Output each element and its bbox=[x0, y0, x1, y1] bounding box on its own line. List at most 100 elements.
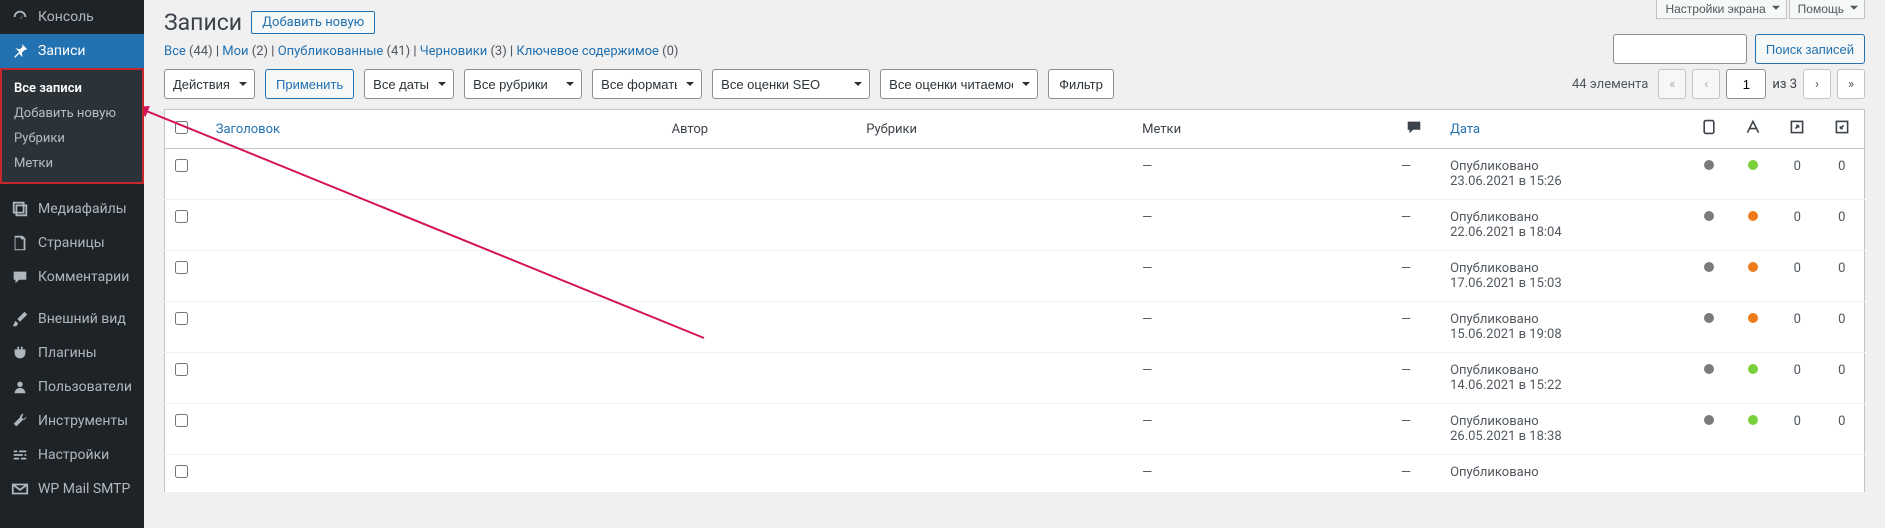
row-checkbox[interactable] bbox=[175, 465, 188, 478]
filter-drafts[interactable]: Черновики bbox=[420, 44, 487, 59]
menu-wp-mail-smtp[interactable]: WP Mail SMTP bbox=[0, 472, 144, 506]
col-title[interactable]: Заголовок bbox=[206, 110, 662, 149]
category-filter-select[interactable]: Все рубрики bbox=[464, 69, 582, 99]
filter-all[interactable]: Все bbox=[164, 44, 186, 59]
table-row: — — Опубликовано26.05.2021 в 18:38 0 0 bbox=[165, 404, 1865, 455]
row-checkbox[interactable] bbox=[175, 261, 188, 274]
row-links-in: 0 bbox=[1819, 149, 1864, 200]
row-links-out bbox=[1775, 455, 1819, 493]
row-links-in: 0 bbox=[1819, 251, 1864, 302]
col-links-in bbox=[1819, 110, 1864, 149]
row-title[interactable] bbox=[206, 353, 662, 404]
brush-icon bbox=[10, 309, 30, 329]
main-content: Настройки экрана Помощь Записи Добавить … bbox=[144, 0, 1885, 493]
format-filter-select[interactable]: Все форматы bbox=[592, 69, 702, 99]
row-comments: — bbox=[1391, 404, 1440, 455]
bulk-action-select[interactable]: Действия bbox=[164, 69, 255, 99]
submenu-categories[interactable]: Рубрики bbox=[2, 126, 142, 151]
first-page-button[interactable]: « bbox=[1658, 69, 1686, 99]
filter-key[interactable]: Ключевое содержимое bbox=[516, 44, 659, 59]
current-page-input[interactable] bbox=[1726, 69, 1766, 99]
row-comments: — bbox=[1391, 251, 1440, 302]
row-title[interactable] bbox=[206, 404, 662, 455]
table-row: — — Опубликовано22.06.2021 в 18:04 0 0 bbox=[165, 200, 1865, 251]
row-seo-dot bbox=[1686, 455, 1730, 493]
menu-users[interactable]: Пользователи bbox=[0, 370, 144, 404]
comment-icon bbox=[10, 267, 30, 287]
row-tags: — bbox=[1132, 302, 1391, 353]
row-categories bbox=[856, 404, 1132, 455]
filter-all-count: (44) bbox=[189, 44, 213, 59]
next-page-button[interactable]: › bbox=[1803, 69, 1831, 99]
col-tags: Метки bbox=[1132, 110, 1391, 149]
row-readability-dot bbox=[1731, 200, 1775, 251]
seo-filter-select[interactable]: Все оценки SEO bbox=[712, 69, 870, 99]
menu-dashboard[interactable]: Консоль bbox=[0, 0, 144, 34]
row-title[interactable] bbox=[206, 200, 662, 251]
row-title[interactable] bbox=[206, 455, 662, 493]
col-seo bbox=[1686, 110, 1730, 149]
help-button[interactable]: Помощь bbox=[1789, 0, 1865, 19]
menu-label: Комментарии bbox=[38, 269, 129, 285]
row-checkbox[interactable] bbox=[175, 312, 188, 325]
row-checkbox[interactable] bbox=[175, 414, 188, 427]
pages-icon bbox=[10, 233, 30, 253]
menu-label: Внешний вид bbox=[38, 311, 126, 327]
menu-settings[interactable]: Настройки bbox=[0, 438, 144, 472]
row-links-in: 0 bbox=[1819, 353, 1864, 404]
row-date: Опубликовано17.06.2021 в 15:03 bbox=[1440, 251, 1686, 302]
apply-button[interactable]: Применить bbox=[265, 69, 354, 99]
screen-options-button[interactable]: Настройки экрана bbox=[1656, 0, 1786, 19]
filter-published[interactable]: Опубликованные bbox=[278, 44, 384, 59]
row-seo-dot bbox=[1686, 251, 1730, 302]
mail-icon bbox=[10, 479, 30, 499]
row-date: Опубликовано14.06.2021 в 15:22 bbox=[1440, 353, 1686, 404]
row-date: Опубликовано26.05.2021 в 18:38 bbox=[1440, 404, 1686, 455]
filter-mine-count: (2) bbox=[252, 44, 268, 59]
last-page-button[interactable]: » bbox=[1837, 69, 1865, 99]
row-author bbox=[662, 302, 857, 353]
readability-filter-select[interactable]: Все оценки читаемости bbox=[880, 69, 1038, 99]
search-input[interactable] bbox=[1613, 34, 1747, 64]
menu-tools[interactable]: Инструменты bbox=[0, 404, 144, 438]
sliders-icon bbox=[10, 445, 30, 465]
table-row: — — Опубликовано23.06.2021 в 15:26 0 0 bbox=[165, 149, 1865, 200]
row-seo-dot bbox=[1686, 200, 1730, 251]
menu-appearance[interactable]: Внешний вид bbox=[0, 302, 144, 336]
submenu-all-posts[interactable]: Все записи bbox=[2, 76, 142, 101]
table-row: — — Опубликовано14.06.2021 в 15:22 0 0 bbox=[165, 353, 1865, 404]
select-all-checkbox[interactable] bbox=[175, 121, 188, 134]
date-filter-select[interactable]: Все даты bbox=[364, 69, 454, 99]
row-title[interactable] bbox=[206, 149, 662, 200]
col-comments[interactable] bbox=[1391, 110, 1440, 149]
row-categories bbox=[856, 302, 1132, 353]
row-author bbox=[662, 404, 857, 455]
col-links-out bbox=[1775, 110, 1819, 149]
filter-mine[interactable]: Мои bbox=[222, 44, 248, 59]
menu-posts[interactable]: Записи bbox=[0, 34, 144, 68]
row-title[interactable] bbox=[206, 302, 662, 353]
menu-pages[interactable]: Страницы bbox=[0, 226, 144, 260]
submenu-tags[interactable]: Метки bbox=[2, 151, 142, 176]
filter-button[interactable]: Фильтр bbox=[1048, 69, 1114, 99]
row-checkbox[interactable] bbox=[175, 159, 188, 172]
row-checkbox[interactable] bbox=[175, 363, 188, 376]
menu-plugins[interactable]: Плагины bbox=[0, 336, 144, 370]
add-new-button[interactable]: Добавить новую bbox=[251, 11, 375, 34]
menu-label: Страницы bbox=[38, 235, 105, 251]
filter-key-count: (0) bbox=[662, 44, 678, 59]
prev-page-button[interactable]: ‹ bbox=[1692, 69, 1720, 99]
row-title[interactable] bbox=[206, 251, 662, 302]
filter-published-count: (41) bbox=[387, 44, 411, 59]
search-button[interactable]: Поиск записей bbox=[1755, 34, 1865, 64]
submenu-add-new[interactable]: Добавить новую bbox=[2, 101, 142, 126]
status-filters: Все (44) | Мои (2) | Опубликованные (41)… bbox=[164, 44, 1865, 59]
menu-comments[interactable]: Комментарии bbox=[0, 260, 144, 294]
menu-media[interactable]: Медиафайлы bbox=[0, 192, 144, 226]
admin-sidebar: Консоль Записи Все записи Добавить новую… bbox=[0, 0, 144, 528]
row-tags: — bbox=[1132, 404, 1391, 455]
row-checkbox[interactable] bbox=[175, 210, 188, 223]
row-date: Опубликовано bbox=[1440, 455, 1686, 493]
col-date[interactable]: Дата bbox=[1440, 110, 1686, 149]
wrench-icon bbox=[10, 411, 30, 431]
